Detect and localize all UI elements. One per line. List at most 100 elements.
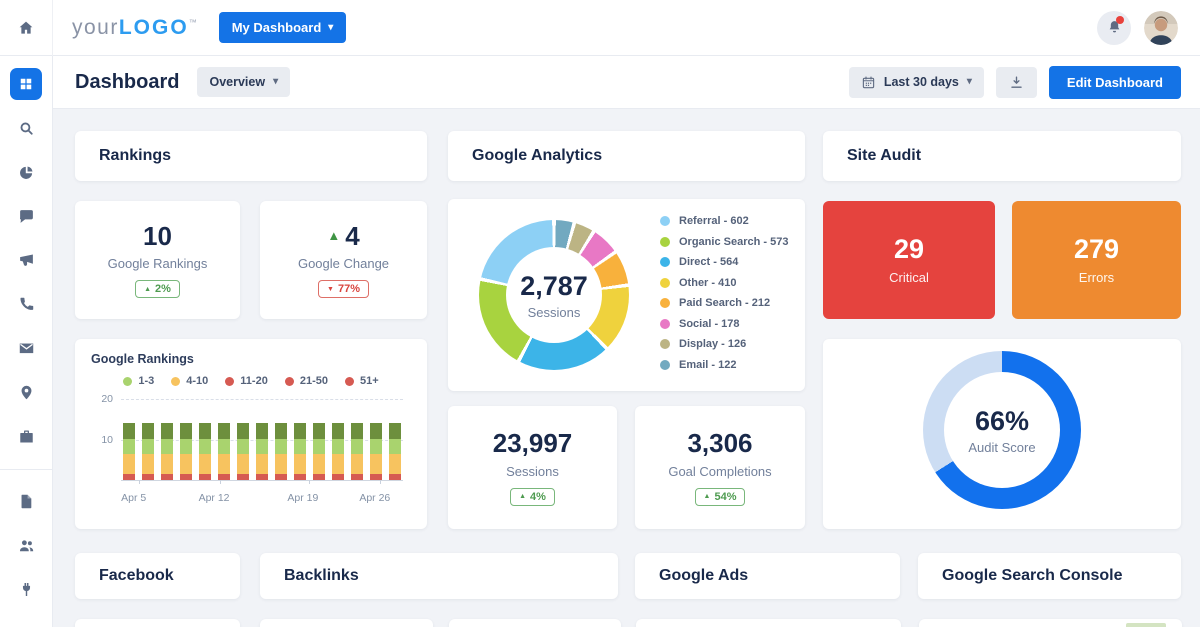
home-button[interactable] — [0, 0, 53, 56]
legend-label: Organic Search - 573 — [679, 236, 788, 248]
site-audit-column: Site Audit 29 Critical 279 Errors 66% — [823, 131, 1181, 529]
analytics-section-title: Google Analytics — [472, 147, 602, 165]
brand-logo[interactable]: yourLOGO™ — [72, 16, 197, 40]
bar-segment-1-3 — [332, 439, 344, 454]
stacked-bar — [294, 423, 306, 480]
y-axis-label: 20 — [91, 393, 113, 405]
critical-count: 29 — [894, 235, 924, 265]
rankings-legend: 1-34-1011-2021-5051+ — [91, 375, 411, 387]
backlinks-section-title-card: Backlinks — [260, 553, 618, 599]
rankings-column: Rankings 10 Google Rankings 2% ▲4 Google… — [75, 131, 427, 529]
x-axis-tick — [309, 480, 310, 484]
legend-label: 51+ — [360, 375, 379, 387]
sessions-legend: Referral - 602Organic Search - 573Direct… — [660, 215, 788, 371]
bar-segment-1-3-dark — [123, 423, 135, 438]
audit-score-value: 66% — [975, 406, 1029, 437]
rankings-section-title-card: Rankings — [75, 131, 427, 181]
calendar-icon — [861, 75, 876, 90]
badge-text: 2% — [155, 283, 171, 295]
sidebar-item-briefcase[interactable] — [13, 423, 39, 449]
stacked-bar — [218, 423, 230, 480]
sidebar-item-envelope[interactable] — [13, 335, 39, 361]
my-dashboard-button[interactable]: My Dashboard ▾ — [219, 12, 347, 43]
file-icon — [18, 493, 35, 510]
critical-issues-card: 29 Critical — [823, 201, 995, 319]
bar-segment-1-3-dark — [180, 423, 192, 438]
envelope-icon — [18, 340, 35, 357]
bar-segment-4-10 — [218, 454, 230, 474]
sessions-total-label: Sessions — [528, 305, 581, 320]
download-icon — [1009, 75, 1024, 90]
sidebar-nav — [0, 56, 53, 627]
bar-segment-11-20 — [351, 474, 363, 480]
google-change-value: 4 — [345, 222, 359, 251]
sidebar-item-location-pin[interactable] — [13, 379, 39, 405]
notifications-button[interactable] — [1097, 11, 1131, 45]
location-pin-icon — [18, 384, 35, 401]
badge-text: 77% — [338, 283, 360, 295]
bar-segment-1-3 — [294, 439, 306, 454]
bar-segment-11-20 — [161, 474, 173, 480]
bar-segment-1-3-dark — [256, 423, 268, 438]
bar-segment-1-3 — [142, 439, 154, 454]
edit-dashboard-button[interactable]: Edit Dashboard — [1049, 66, 1181, 99]
goal-completions-badge: 54% — [695, 488, 746, 506]
gsc-section-title: Google Search Console — [942, 567, 1122, 585]
sidebar-item-phone[interactable] — [13, 291, 39, 317]
sidebar-item-search[interactable] — [13, 115, 39, 141]
legend-item: Direct - 564 — [660, 256, 788, 268]
my-dashboard-label: My Dashboard — [232, 20, 322, 35]
dashboard-app: yourLOGO™ My Dashboard ▾ — [0, 0, 1200, 627]
sidebar-item-file[interactable] — [13, 488, 39, 514]
bar-segment-1-3-dark — [161, 423, 173, 438]
bar-segment-1-3-dark — [199, 423, 211, 438]
gsc-section-title-card: Google Search Console — [918, 553, 1181, 599]
legend-dot — [171, 377, 180, 386]
sidebar-item-dashboard-grid[interactable] — [10, 68, 42, 100]
megaphone-icon — [18, 252, 35, 269]
peek-cards-row — [75, 619, 1200, 627]
view-selector-dropdown[interactable]: Overview ▾ — [197, 67, 290, 97]
bar-segment-4-10 — [313, 454, 325, 474]
bar-segment-1-3 — [313, 439, 325, 454]
bar-segment-11-20 — [389, 474, 401, 480]
bar-segment-1-3 — [370, 439, 382, 454]
bar-segment-4-10 — [123, 454, 135, 474]
bar-segment-11-20 — [256, 474, 268, 480]
bar-segment-4-10 — [351, 454, 363, 474]
stacked-bar — [142, 423, 154, 480]
bar-segment-1-3-dark — [332, 423, 344, 438]
sidebar-item-pie-chart[interactable] — [13, 159, 39, 185]
date-range-dropdown[interactable]: Last 30 days ▾ — [849, 67, 984, 98]
bar-segment-1-3-dark — [218, 423, 230, 438]
legend-item: Paid Search - 212 — [660, 297, 788, 309]
download-button[interactable] — [996, 67, 1037, 98]
legend-item: Email - 122 — [660, 359, 788, 371]
topbar: yourLOGO™ My Dashboard ▾ — [0, 0, 1200, 56]
up-arrow-icon — [704, 493, 711, 500]
sidebar-item-comment[interactable] — [13, 203, 39, 229]
sidebar-item-megaphone[interactable] — [13, 247, 39, 273]
edit-dashboard-label: Edit Dashboard — [1067, 75, 1163, 90]
legend-dot — [660, 278, 670, 288]
badge-text: 54% — [714, 491, 736, 503]
rankings-section-title: Rankings — [99, 147, 171, 165]
search-icon — [18, 120, 35, 137]
legend-label: Social - 178 — [679, 318, 740, 330]
pie-chart-icon — [18, 164, 35, 181]
comment-icon — [18, 208, 35, 225]
bar-segment-4-10 — [237, 454, 249, 474]
bar-segment-4-10 — [180, 454, 192, 474]
bar-segment-1-3-dark — [313, 423, 325, 438]
bar-segment-1-3 — [275, 439, 287, 454]
errors-count: 279 — [1074, 235, 1119, 265]
sidebar-item-plug[interactable] — [13, 576, 39, 602]
sidebar-item-users[interactable] — [13, 532, 39, 558]
dashboard-grid-icon — [17, 75, 35, 93]
x-axis-tick — [139, 480, 140, 484]
critical-label: Critical — [889, 270, 929, 285]
user-avatar[interactable] — [1144, 11, 1178, 45]
bar-segment-1-3-dark — [142, 423, 154, 438]
sessions-donut-center: 2,787 Sessions — [479, 220, 629, 370]
bar-segment-1-3-dark — [294, 423, 306, 438]
